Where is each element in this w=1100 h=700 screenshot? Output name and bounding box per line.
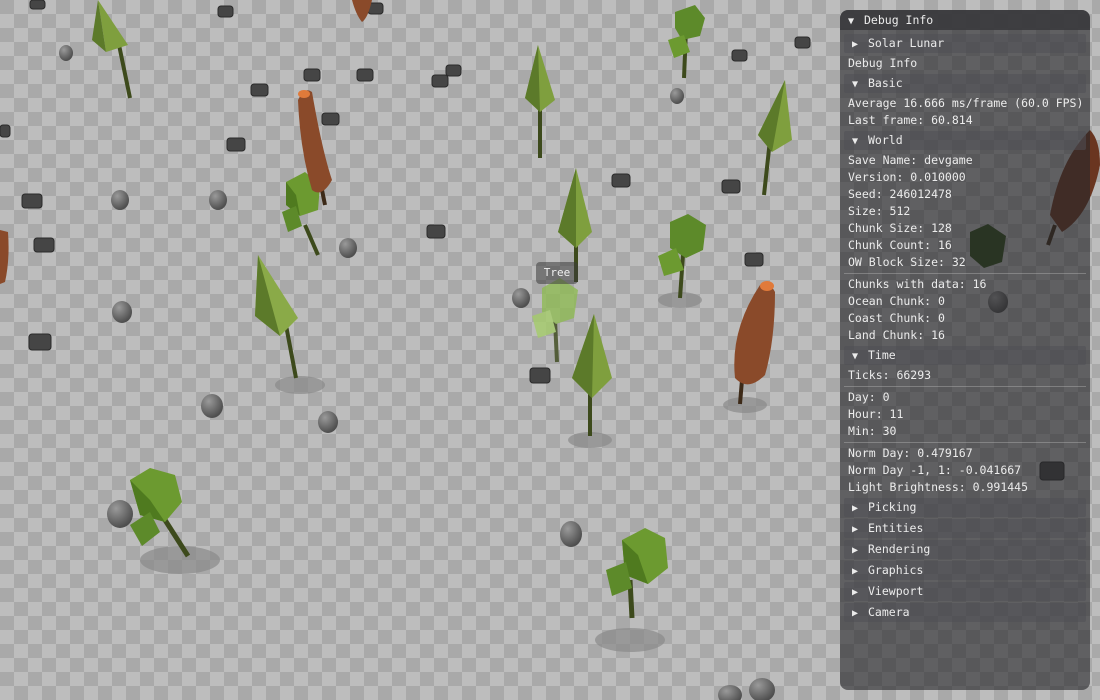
chunk-count: Chunk Count: 16	[848, 238, 952, 252]
arrow-down-icon: ▼	[852, 351, 859, 362]
last-frame: Last frame: 60.814	[848, 113, 973, 127]
section-label: World	[868, 133, 903, 147]
average-frame-time: Average 16.666 ms/frame (60.0 FPS)	[848, 96, 1084, 110]
coast-chunk: Coast Chunk: 0	[848, 311, 945, 325]
section-label: Solar Lunar	[868, 36, 945, 50]
hour: Hour: 11	[848, 407, 904, 421]
panel-title: Debug Info	[864, 13, 934, 27]
arrow-right-icon: ▶	[852, 39, 859, 50]
section-label: Rendering	[868, 542, 931, 556]
ocean-chunk: Ocean Chunk: 0	[848, 294, 945, 308]
section-world[interactable]: ▼ World	[844, 131, 1086, 150]
section-label: Graphics	[868, 563, 924, 577]
section-label: Time	[868, 348, 896, 362]
world-size: Size: 512	[848, 204, 911, 218]
norm-day: Norm Day: 0.479167	[848, 446, 973, 460]
arrow-right-icon: ▶	[852, 608, 859, 619]
section-graphics[interactable]: ▶ Graphics	[844, 561, 1086, 580]
version: Version: 0.010000	[848, 170, 966, 184]
separator	[844, 386, 1086, 387]
section-picking[interactable]: ▶ Picking	[844, 498, 1086, 517]
arrow-down-icon: ▼	[848, 16, 855, 27]
section-entities[interactable]: ▶ Entities	[844, 519, 1086, 538]
section-time[interactable]: ▼ Time	[844, 346, 1086, 365]
section-viewport[interactable]: ▶ Viewport	[844, 582, 1086, 601]
section-basic[interactable]: ▼ Basic	[844, 74, 1086, 93]
seed: Seed: 246012478	[848, 187, 952, 201]
arrow-right-icon: ▶	[852, 503, 859, 514]
separator	[844, 442, 1086, 443]
section-rendering[interactable]: ▶ Rendering	[844, 540, 1086, 559]
arrow-right-icon: ▶	[852, 545, 859, 556]
land-chunk: Land Chunk: 16	[848, 328, 945, 342]
chunk-size: Chunk Size: 128	[848, 221, 952, 235]
debug-info-panel[interactable]: ▼ Debug Info ▶ Solar Lunar Debug Info ▼ Bas…	[840, 10, 1090, 690]
section-label: Entities	[868, 521, 924, 535]
light-brightness: Light Brightness: 0.991445	[848, 480, 1029, 494]
save-name: Save Name: devgame	[848, 153, 973, 167]
ticks: Ticks: 66293	[848, 368, 932, 382]
chunks-with-data: Chunks with data: 16	[848, 277, 987, 291]
debug-info-titlebar[interactable]: ▼ Debug Info	[840, 10, 1090, 30]
section-label: Basic	[868, 76, 903, 90]
arrow-right-icon: ▶	[852, 566, 859, 577]
day: Day: 0	[848, 390, 890, 404]
section-label: Viewport	[868, 584, 924, 598]
arrow-down-icon: ▼	[852, 79, 859, 90]
arrow-right-icon: ▶	[852, 587, 859, 598]
arrow-right-icon: ▶	[852, 524, 859, 535]
section-label: Picking	[868, 500, 917, 514]
ow-block-size: OW Block Size: 32	[848, 255, 966, 269]
debug-info-label: Debug Info	[848, 56, 918, 70]
section-solar-lunar[interactable]: ▶ Solar Lunar	[844, 34, 1086, 53]
arrow-down-icon: ▼	[852, 136, 859, 147]
hover-tooltip: Tree	[536, 262, 578, 284]
section-label: Camera	[868, 605, 910, 619]
separator	[844, 273, 1086, 274]
norm-day-range: Norm Day -1, 1: -0.041667	[848, 463, 1022, 477]
minute: Min: 30	[848, 424, 897, 438]
section-camera[interactable]: ▶ Camera	[844, 603, 1086, 622]
